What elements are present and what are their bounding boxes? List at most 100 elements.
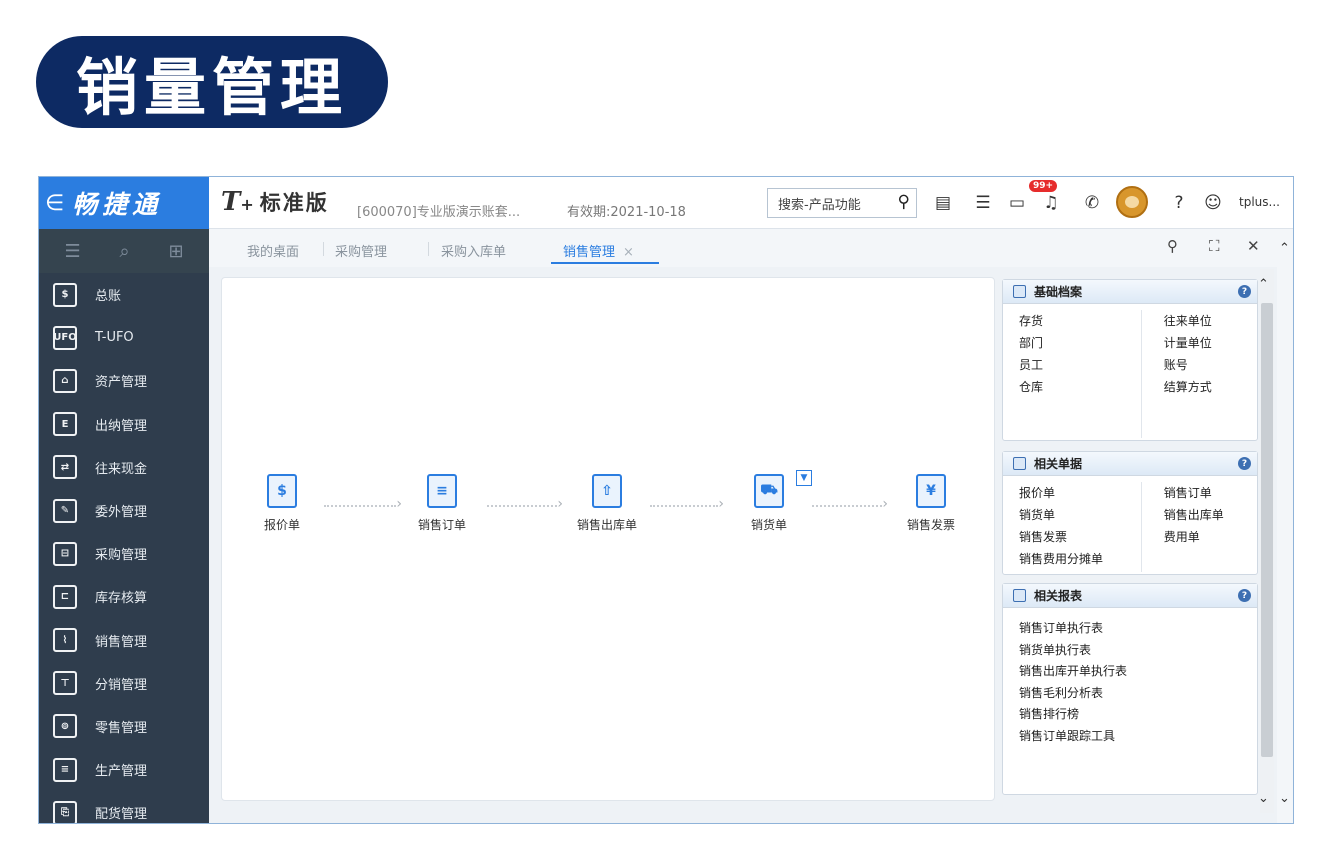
sidebar-item-label: T-UFO: [95, 330, 134, 346]
sidebar-item[interactable]: ⊤ 分销管理: [39, 662, 209, 705]
flow-node-quotation[interactable]: $ 报价单: [237, 474, 327, 533]
panel-scrollbar-thumb[interactable]: [1261, 303, 1273, 757]
scroll-down-icon[interactable]: ⌄: [1258, 791, 1269, 806]
tab-purchase-management[interactable]: 采购管理: [335, 241, 387, 260]
panel-link[interactable]: 员工: [1019, 354, 1141, 376]
panel-body: 报价单 销货单 销售发票 销售费用分摊单 销售订单 销售出库单 费用单: [1003, 476, 1257, 572]
sidebar-item[interactable]: ✎ 委外管理: [39, 489, 209, 532]
panel-title: 相关单据: [1034, 457, 1083, 471]
panel-link[interactable]: 部门: [1019, 332, 1141, 354]
panel-link[interactable]: 仓库: [1019, 376, 1141, 398]
sidebar-item-label: 零售管理: [95, 720, 148, 736]
panel-link[interactable]: 计量单位: [1164, 332, 1257, 354]
sidebar-item-label: 资产管理: [95, 375, 148, 391]
panel-link[interactable]: 销售排行榜: [1019, 704, 1257, 726]
flow-node-label: 销货单: [750, 518, 787, 532]
panel-link[interactable]: 销售毛利分析表: [1019, 683, 1257, 705]
edition-logo: T + 标准版: [221, 187, 329, 217]
search-input[interactable]: 搜索-产品功能 ⚲: [767, 188, 917, 218]
collapse-arrow-icon[interactable]: ∈: [45, 191, 64, 216]
chevron-down-icon[interactable]: ▼: [796, 470, 812, 486]
monkey-avatar-icon[interactable]: [1116, 186, 1148, 218]
sidebar-item[interactable]: ⌂ 资产管理: [39, 359, 209, 402]
search-placeholder: 搜索-产品功能: [778, 197, 861, 213]
panel-link[interactable]: 销售费用分摊单: [1019, 548, 1141, 570]
user-name[interactable]: tplus...: [1239, 195, 1280, 209]
sidebar-item[interactable]: $ 总账: [39, 273, 209, 316]
outbound-box-icon: ⇧: [592, 474, 622, 508]
scroll-up-icon[interactable]: ⌃: [1258, 277, 1269, 292]
panel-link[interactable]: 销售出库单: [1164, 504, 1257, 526]
panel-link[interactable]: 存货: [1019, 310, 1141, 332]
panel-help-icon[interactable]: ?: [1238, 589, 1251, 602]
panel-link[interactable]: 结算方式: [1164, 376, 1257, 398]
flow-node-outbound[interactable]: ⇧ 销售出库单: [562, 474, 652, 533]
message-icon[interactable]: ▭: [1005, 191, 1029, 215]
calculator-icon[interactable]: ▤: [931, 191, 955, 215]
panel-link[interactable]: 往来单位: [1164, 310, 1257, 332]
report-icon: [1013, 589, 1026, 602]
panel-link[interactable]: 销货单: [1019, 504, 1141, 526]
sidebar-item[interactable]: ≡ 生产管理: [39, 748, 209, 791]
help-icon[interactable]: ?: [1167, 191, 1191, 215]
sidebar-item[interactable]: E 出纳管理: [39, 403, 209, 446]
panel-link[interactable]: 销售订单执行表: [1019, 618, 1257, 640]
panel-link[interactable]: 销售出库开单执行表: [1019, 661, 1257, 683]
validity-date: 有效期:2021-10-18: [567, 205, 686, 220]
related-reports-panel: 相关报表 ? 销售订单执行表 销货单执行表 销售出库开单执行表 销售毛利分析表 销售排行…: [1002, 583, 1258, 795]
cart-icon: ⛟: [754, 474, 784, 508]
flow-node-label: 销售发票: [906, 518, 955, 532]
cash-flow-icon: ⇄: [53, 455, 77, 480]
panel-link[interactable]: 销售发票: [1019, 526, 1141, 548]
fullscreen-icon[interactable]: ⛶: [1209, 237, 1220, 255]
panel-link[interactable]: 销售订单: [1164, 482, 1257, 504]
flow-node-sales-order[interactable]: ≡ 销售订单: [397, 474, 487, 533]
panel-link[interactable]: 账号: [1164, 354, 1257, 376]
flow-node-invoice[interactable]: ¥ 销售发票: [886, 474, 976, 533]
add-shortcut-icon[interactable]: ⊞: [168, 241, 183, 262]
sidebar-item-label: 配货管理: [95, 807, 148, 823]
panel-right-column: 往来单位 计量单位 账号 结算方式: [1140, 310, 1257, 438]
invoice-icon: ¥: [916, 474, 946, 508]
panel-header: 相关报表 ?: [1003, 584, 1257, 608]
sidebar-item[interactable]: ⊚ 零售管理: [39, 705, 209, 748]
sidebar-item[interactable]: ⌇ 销售管理: [39, 619, 209, 662]
panel-body: 销售订单执行表 销货单执行表 销售出库开单执行表 销售毛利分析表 销售排行榜 销售订单跟踪…: [1003, 608, 1257, 747]
phone-icon[interactable]: ✆: [1080, 191, 1104, 215]
tab-desktop[interactable]: 我的桌面: [247, 241, 299, 260]
task-list-icon[interactable]: ☰: [971, 191, 995, 215]
panel-link[interactable]: 费用单: [1164, 526, 1257, 548]
menu-icon[interactable]: ☰: [64, 241, 80, 262]
sidebar-item[interactable]: ⊟ 采购管理: [39, 532, 209, 575]
tab-search-icon[interactable]: ⚲: [1167, 237, 1178, 255]
tab-sales-management[interactable]: 销售管理 ×: [563, 241, 634, 260]
sidebar-item[interactable]: ⊏ 库存核算: [39, 575, 209, 618]
panel-link[interactable]: 报价单: [1019, 482, 1141, 504]
close-icon[interactable]: ×: [623, 245, 634, 260]
sidebar-item-label: 分销管理: [95, 677, 148, 693]
panel-link[interactable]: 销货单执行表: [1019, 640, 1257, 662]
retail-icon: ⊚: [53, 714, 77, 739]
top-bar: ∈ 畅捷通 T + 标准版 [600070]专业版演示账套... 有效期:202…: [39, 177, 1293, 229]
close-window-icon[interactable]: ✕: [1247, 237, 1260, 255]
sidebar-item[interactable]: UFO T-UFO: [39, 316, 209, 359]
panel-link[interactable]: 销售订单跟踪工具: [1019, 726, 1257, 748]
sidebar-item[interactable]: ⇄ 往来现金: [39, 446, 209, 489]
search-menu-icon[interactable]: ⌕: [119, 241, 129, 262]
page-scrollbar[interactable]: [1277, 229, 1293, 823]
user-icon[interactable]: ☺: [1201, 191, 1225, 215]
tab-purchase-receipt[interactable]: 采购入库单: [441, 241, 506, 260]
page-scroll-down-icon[interactable]: ⌄: [1279, 791, 1290, 806]
page-scroll-up-icon[interactable]: ⌃: [1279, 241, 1290, 256]
edition-plus: +: [240, 195, 254, 214]
account-name[interactable]: [600070]专业版演示账套...: [357, 201, 520, 220]
sidebar-item-label: 生产管理: [95, 764, 148, 780]
notification-bell-icon[interactable]: ♫: [1039, 191, 1063, 215]
search-icon[interactable]: ⚲: [898, 192, 910, 212]
ledger-icon: $: [53, 282, 77, 307]
panel-help-icon[interactable]: ?: [1238, 285, 1251, 298]
panel-help-icon[interactable]: ?: [1238, 457, 1251, 470]
outsourcing-icon: ✎: [53, 498, 77, 523]
sidebar-item[interactable]: ⎘ 配货管理: [39, 791, 209, 823]
brand-logo[interactable]: ∈ 畅捷通: [39, 177, 209, 229]
